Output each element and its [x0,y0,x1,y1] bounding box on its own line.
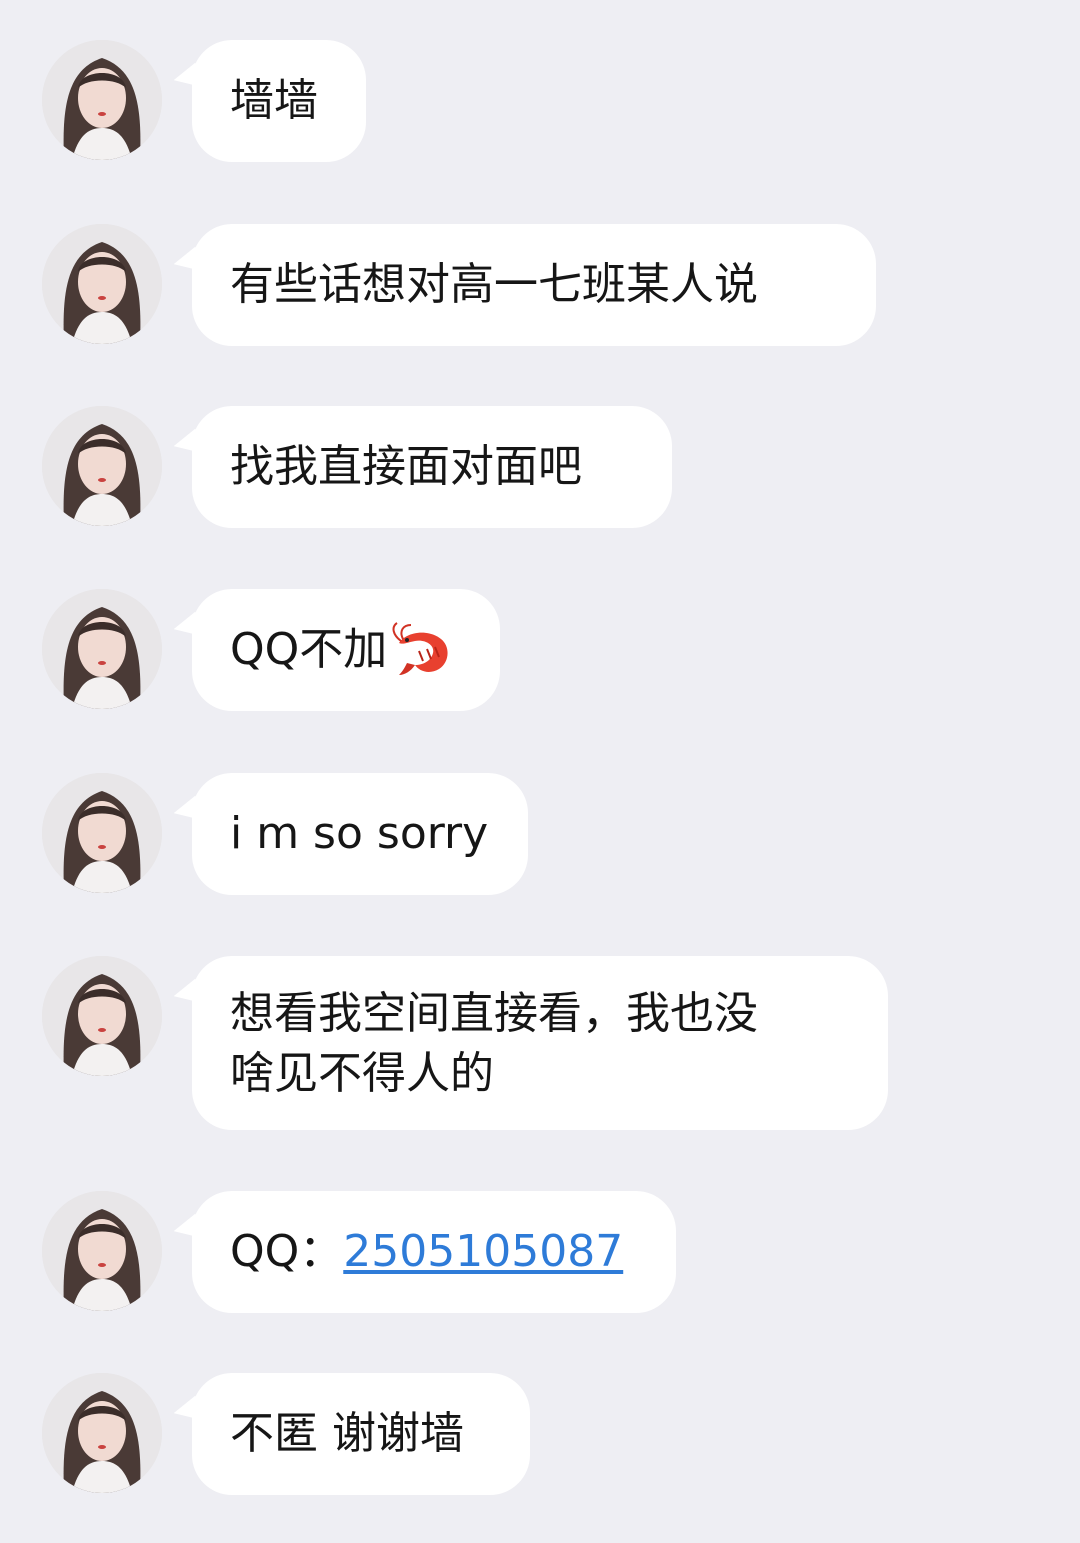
avatar[interactable] [42,406,162,526]
message-text: 有些话想对高一七班某人说 [230,259,758,310]
avatar[interactable] [42,773,162,893]
chat-message-list: 墙墙 有些话想对高一七班某人说 找我直接面对面吧 QQ不加 i m so sor… [0,0,1080,1543]
message-text: 找我直接面对面吧 [230,441,582,492]
shrimp-icon [389,621,453,679]
avatar[interactable] [42,589,162,709]
avatar[interactable] [42,1191,162,1311]
message-text: 墙墙 [230,75,318,126]
avatar[interactable] [42,224,162,344]
message-bubble[interactable]: i m so sorry [192,773,528,895]
message-text: QQ不加 [230,624,388,675]
message-text: 想看我空间直接看，我也没 啥见不得人的 [230,984,758,1104]
avatar[interactable] [42,40,162,160]
message-text: i m so sorry [230,808,489,859]
message-bubble[interactable]: 墙墙 [192,40,366,162]
avatar[interactable] [42,1373,162,1493]
message-text: 不匿 谢谢墙 [230,1408,464,1459]
message-bubble[interactable]: 不匿 谢谢墙 [192,1373,530,1495]
message-bubble[interactable]: QQ不加 [192,589,500,711]
message-bubble[interactable]: 想看我空间直接看，我也没 啥见不得人的 [192,956,888,1130]
qq-label: QQ： [230,1226,344,1277]
qq-number-link[interactable]: 2505105087 [343,1222,623,1282]
avatar[interactable] [42,956,162,1076]
message-line: 想看我空间直接看，我也没 [230,988,758,1039]
message-bubble[interactable]: 找我直接面对面吧 [192,406,672,528]
message-bubble[interactable]: 有些话想对高一七班某人说 [192,224,876,346]
message-bubble[interactable]: QQ： 2505105087 [192,1191,676,1313]
message-line: 啥见不得人的 [230,1048,494,1099]
